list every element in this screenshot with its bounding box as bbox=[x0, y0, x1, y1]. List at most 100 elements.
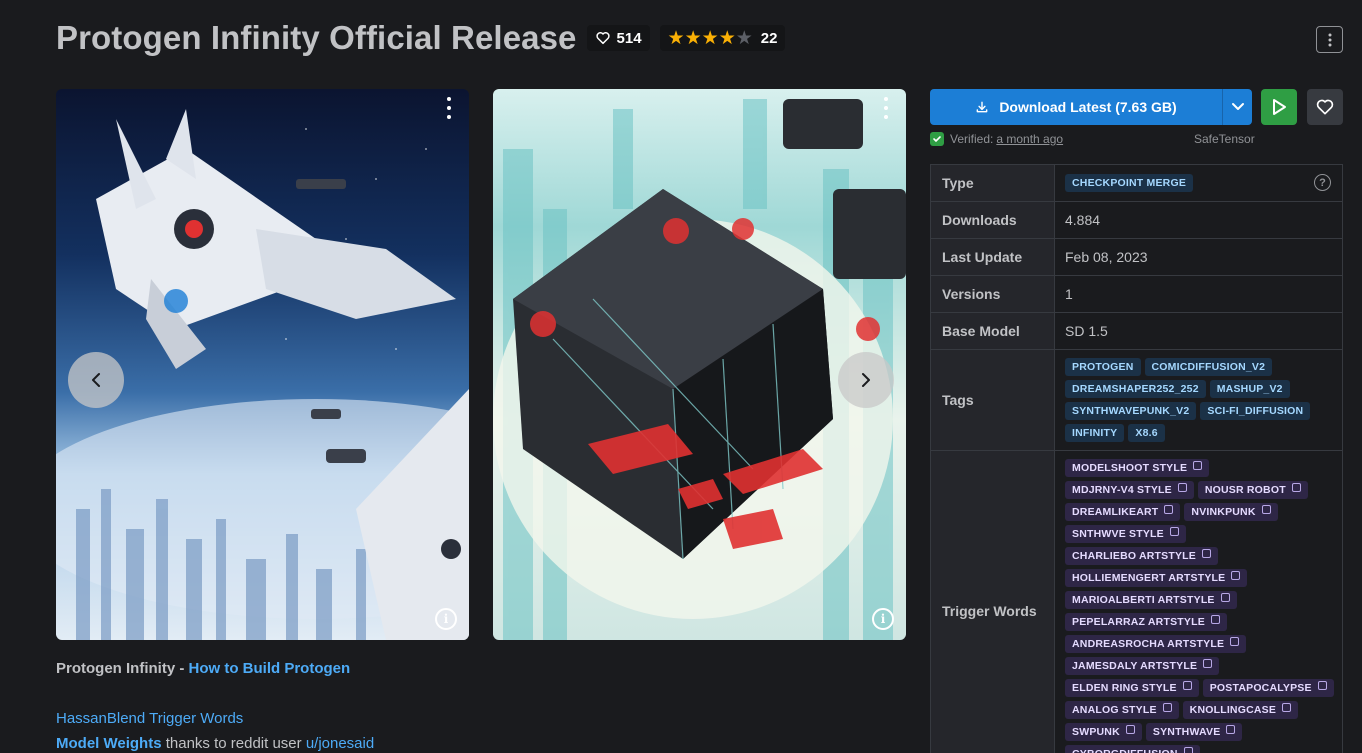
base-model-value: SD 1.5 bbox=[1054, 312, 1343, 350]
details-key: Base Model bbox=[930, 312, 1055, 350]
copy-icon[interactable] bbox=[1230, 637, 1240, 646]
last-update-value: Feb 08, 2023 bbox=[1054, 238, 1343, 276]
build-guide-link[interactable]: How to Build Protogen bbox=[189, 660, 351, 677]
model-description: Protogen Infinity - How to Build Protoge… bbox=[56, 660, 896, 753]
details-row-trigger-words: Trigger Words MODELSHOOT STYLE MDJRNY-V4 … bbox=[930, 450, 1343, 753]
copy-icon[interactable] bbox=[1162, 703, 1172, 712]
tag-chip[interactable]: MASHUP_V2 bbox=[1209, 380, 1290, 398]
trigger-word-label: NVINKPUNK bbox=[1191, 506, 1256, 518]
trigger-words-cell: MODELSHOOT STYLE MDJRNY-V4 STYLE NOUSR ROB… bbox=[1054, 450, 1343, 753]
trigger-word-chip[interactable]: SWPUNK bbox=[1065, 723, 1142, 741]
verified-label: Verified: bbox=[950, 132, 994, 146]
page-title: Protogen Infinity Official Release bbox=[56, 19, 577, 56]
trigger-word-chip[interactable]: MDJRNY-V4 STYLE bbox=[1065, 481, 1194, 499]
details-row-versions: Versions 1 bbox=[930, 275, 1343, 313]
rating-stars: ★ ★ ★ ★ ★ bbox=[668, 29, 753, 48]
description-line: Model Weights thanks to reddit user u/jo… bbox=[56, 735, 896, 753]
tag-chip[interactable]: PROTOGEN bbox=[1065, 358, 1141, 376]
heart-icon bbox=[595, 32, 610, 45]
trigger-word-chip[interactable]: MARIOALBERTI ARTSTYLE bbox=[1065, 591, 1237, 609]
description-heading: Protogen Infinity - bbox=[56, 660, 189, 677]
tag-chip[interactable]: INFINITY bbox=[1065, 424, 1125, 442]
copy-icon[interactable] bbox=[1220, 593, 1230, 602]
trigger-word-chip[interactable]: NOUSR ROBOT bbox=[1197, 481, 1308, 499]
copy-icon[interactable] bbox=[1177, 483, 1187, 492]
file-format-label: SafeTensor bbox=[1194, 132, 1255, 146]
more-options-button[interactable] bbox=[1316, 26, 1343, 53]
carousel-next-button[interactable] bbox=[838, 352, 894, 408]
tag-chip[interactable]: DREAMSHAPER252_252 bbox=[1065, 380, 1206, 398]
copy-icon[interactable] bbox=[1201, 549, 1211, 558]
star-icon: ★ bbox=[667, 27, 685, 49]
copy-icon[interactable] bbox=[1231, 571, 1241, 580]
trigger-word-chip[interactable]: JAMESDALY ARTSTYLE bbox=[1065, 657, 1220, 675]
image-info-icon[interactable]: i bbox=[435, 608, 457, 630]
trigger-word-chip[interactable]: ANALOG STYLE bbox=[1065, 701, 1179, 719]
verified-time[interactable]: a month ago bbox=[996, 132, 1063, 146]
copy-icon[interactable] bbox=[1182, 681, 1192, 690]
trigger-word-chip[interactable]: MODELSHOOT STYLE bbox=[1065, 459, 1210, 477]
copy-icon[interactable] bbox=[1226, 725, 1236, 734]
copy-icon[interactable] bbox=[1291, 483, 1301, 492]
trigger-word-chip[interactable]: POSTAPOCALYPSE bbox=[1202, 679, 1334, 697]
verified-status: Verified: a month ago bbox=[930, 131, 1063, 147]
copy-icon[interactable] bbox=[1317, 681, 1327, 690]
copy-icon[interactable] bbox=[1261, 505, 1271, 514]
trigger-word-chip[interactable]: CHARLIEBO ARTSTYLE bbox=[1065, 547, 1218, 565]
image-info-icon[interactable]: i bbox=[872, 608, 894, 630]
details-row-tags: Tags PROTOGEN COMICDIFFUSION_V2 DREAMSHAPE… bbox=[930, 349, 1343, 451]
copy-icon[interactable] bbox=[1125, 725, 1135, 734]
trigger-word-label: PEPELARRAZ ARTSTYLE bbox=[1072, 616, 1205, 628]
tag-chip[interactable]: SCI-FI_DIFFUSION bbox=[1200, 402, 1311, 420]
star-icon: ★ bbox=[684, 27, 702, 49]
details-key: Trigger Words bbox=[930, 450, 1055, 753]
image-menu-button[interactable] bbox=[443, 97, 455, 119]
trigger-word-chip[interactable]: SYNTHWAVE bbox=[1145, 723, 1243, 741]
trigger-words-list: MODELSHOOT STYLE MDJRNY-V4 STYLE NOUSR ROB… bbox=[1065, 451, 1342, 753]
run-model-button[interactable] bbox=[1261, 89, 1297, 125]
copy-icon[interactable] bbox=[1164, 505, 1174, 514]
trigger-word-chip[interactable]: CYBORGDIFFUSION bbox=[1065, 745, 1200, 753]
details-key: Last Update bbox=[930, 238, 1055, 276]
help-icon[interactable]: ? bbox=[1314, 174, 1331, 191]
tags-list: PROTOGEN COMICDIFFUSION_V2 DREAMSHAPER252_… bbox=[1065, 350, 1342, 450]
trigger-word-label: JAMESDALY ARTSTYLE bbox=[1072, 660, 1198, 672]
trigger-word-label: KNOLLINGCASE bbox=[1189, 704, 1277, 716]
download-options-button[interactable] bbox=[1222, 89, 1252, 125]
downloads-value: 4.884 bbox=[1054, 201, 1343, 239]
likes-badge[interactable]: 514 bbox=[586, 25, 650, 51]
details-key: Versions bbox=[930, 275, 1055, 313]
trigger-word-chip[interactable]: SNTHWVE STYLE bbox=[1065, 525, 1186, 543]
model-details-table: Type CHECKPOINT MERGE ? Downloads 4.884 … bbox=[930, 164, 1343, 753]
download-button[interactable]: Download Latest (7.63 GB) bbox=[930, 89, 1222, 125]
details-row-base-model: Base Model SD 1.5 bbox=[930, 312, 1343, 350]
trigger-word-chip[interactable]: DREAMLIKEART bbox=[1065, 503, 1181, 521]
copy-icon[interactable] bbox=[1282, 703, 1292, 712]
tag-chip[interactable]: X8.6 bbox=[1128, 424, 1165, 442]
favorite-button[interactable] bbox=[1307, 89, 1343, 125]
trigger-word-chip[interactable]: PEPELARRAZ ARTSTYLE bbox=[1065, 613, 1227, 631]
reddit-user-link[interactable]: u/jonesaid bbox=[306, 735, 374, 752]
trigger-word-label: SWPUNK bbox=[1072, 726, 1120, 738]
trigger-word-chip[interactable]: ANDREASROCHA ARTSTYLE bbox=[1065, 635, 1247, 653]
trigger-word-chip[interactable]: ELDEN RING STYLE bbox=[1065, 679, 1199, 697]
image-menu-button[interactable] bbox=[880, 97, 892, 119]
tag-chip[interactable]: SYNTHWAVEPUNK_V2 bbox=[1065, 402, 1197, 420]
copy-icon[interactable] bbox=[1203, 659, 1213, 668]
model-weights-link[interactable]: Model Weights bbox=[56, 735, 162, 752]
copy-icon[interactable] bbox=[1183, 747, 1193, 753]
details-row-type: Type CHECKPOINT MERGE ? bbox=[930, 164, 1343, 202]
rating-badge[interactable]: ★ ★ ★ ★ ★ 22 bbox=[659, 25, 786, 51]
carousel-prev-button[interactable] bbox=[68, 352, 124, 408]
trigger-word-chip[interactable]: KNOLLINGCASE bbox=[1182, 701, 1299, 719]
tag-chip[interactable]: COMICDIFFUSION_V2 bbox=[1144, 358, 1273, 376]
copy-icon[interactable] bbox=[1193, 461, 1203, 470]
trigger-word-label: MDJRNY-V4 STYLE bbox=[1072, 484, 1172, 496]
trigger-word-chip[interactable]: NVINKPUNK bbox=[1184, 503, 1278, 521]
trigger-word-chip[interactable]: HOLLIEMENGERT ARTSTYLE bbox=[1065, 569, 1248, 587]
star-icon: ★ bbox=[701, 27, 719, 49]
trigger-words-link[interactable]: HassanBlend Trigger Words bbox=[56, 710, 243, 727]
copy-icon[interactable] bbox=[1210, 615, 1220, 624]
copy-icon[interactable] bbox=[1169, 527, 1179, 536]
